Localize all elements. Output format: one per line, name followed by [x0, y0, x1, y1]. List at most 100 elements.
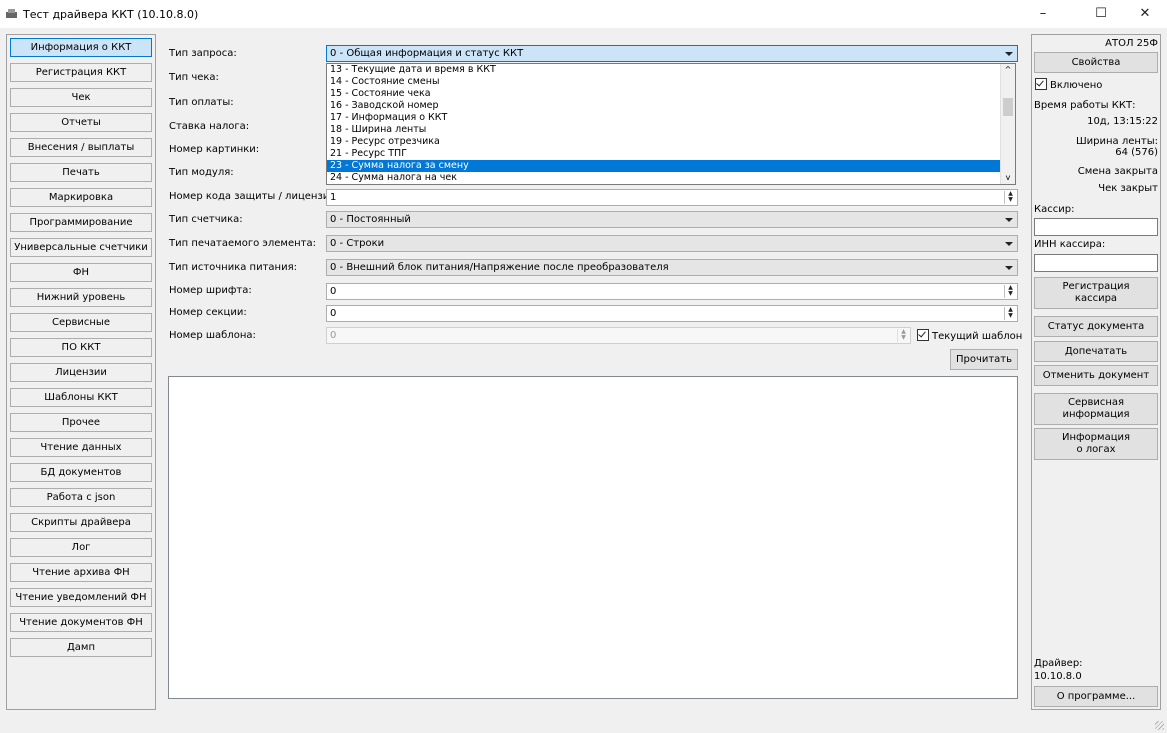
- nav-item[interactable]: Дамп: [10, 638, 152, 657]
- dropdown-items: 13 - Текущие дата и время в ККТ 14 - Сост…: [327, 64, 1015, 184]
- counter-type-select[interactable]: 0 - Постоянный: [326, 211, 1018, 228]
- reprint-button[interactable]: Допечатать: [1034, 341, 1158, 362]
- dropdown-item[interactable]: 18 - Ширина ленты: [327, 124, 1001, 136]
- license-code-input[interactable]: 1 ▲ ▼: [326, 189, 1018, 206]
- properties-button[interactable]: Свойства: [1034, 52, 1158, 73]
- nav-item[interactable]: Универсальные счетчики: [10, 238, 152, 257]
- dropdown-item[interactable]: 16 - Заводской номер: [327, 100, 1001, 112]
- license-code-label: Номер кода защиты / лицензии:: [169, 191, 340, 202]
- scroll-down-icon[interactable]: v: [1001, 172, 1015, 184]
- template-number-label: Номер шаблона:: [169, 330, 256, 341]
- nav-item[interactable]: Чтение данных: [10, 438, 152, 457]
- document-status-button[interactable]: Статус документа: [1034, 316, 1158, 337]
- nav-item[interactable]: Внесения / выплаты: [10, 138, 152, 157]
- dropdown-item[interactable]: 13 - Текущие дата и время в ККТ: [327, 64, 1001, 76]
- request-type-dropdown[interactable]: 13 - Текущие дата и время в ККТ 14 - Сост…: [326, 63, 1016, 185]
- nav-item[interactable]: Программирование: [10, 213, 152, 232]
- chevron-down-icon: [1005, 218, 1013, 222]
- logs-info-line1: Информация: [1061, 432, 1131, 443]
- cashier-inn-input[interactable]: [1034, 254, 1158, 272]
- checkbox-checked-icon: [1035, 78, 1047, 90]
- nav-item[interactable]: Чтение уведомлений ФН: [10, 588, 152, 607]
- nav-item[interactable]: Работа с json: [10, 488, 152, 507]
- service-info-line1: Сервисная: [1067, 397, 1125, 408]
- about-button[interactable]: О программе...: [1034, 686, 1158, 707]
- register-cashier-line2: кассира: [1074, 293, 1118, 304]
- request-type-select[interactable]: 0 - Общая информация и статус ККТ: [326, 45, 1018, 62]
- print-element-select[interactable]: 0 - Строки: [326, 235, 1018, 252]
- shift-status: Смена закрыта: [1077, 166, 1158, 177]
- font-number-input[interactable]: 0 ▲ ▼: [326, 283, 1018, 300]
- nav-item[interactable]: БД документов: [10, 463, 152, 482]
- nav-item[interactable]: ПО ККТ: [10, 338, 152, 357]
- current-template-checkbox[interactable]: Текущий шаблон: [917, 329, 1022, 342]
- nav-item[interactable]: Печать: [10, 163, 152, 182]
- checkbox-checked-icon: [917, 329, 929, 341]
- enabled-checkbox[interactable]: Включено: [1035, 78, 1102, 91]
- nav-item[interactable]: ФН: [10, 263, 152, 282]
- scroll-thumb[interactable]: [1003, 98, 1013, 116]
- power-source-select[interactable]: 0 - Внешний блок питания/Напряжение посл…: [326, 259, 1018, 276]
- cashier-input[interactable]: [1034, 218, 1158, 236]
- spinner-icon[interactable]: ▲ ▼: [1004, 285, 1016, 298]
- app-icon: [6, 9, 17, 18]
- dropdown-item[interactable]: 23 - Сумма налога за смену: [327, 160, 1001, 172]
- service-info-line2: информация: [1062, 409, 1130, 420]
- picture-number-label: Номер картинки:: [169, 144, 260, 155]
- logs-info-line2: о логах: [1076, 444, 1116, 455]
- dropdown-item[interactable]: 21 - Ресурс ТПГ: [327, 148, 1001, 160]
- dropdown-scrollbar[interactable]: ^ v: [1000, 64, 1015, 184]
- template-number-input[interactable]: 0 ▲ ▼: [326, 327, 911, 344]
- spinner-icon[interactable]: ▲ ▼: [897, 329, 909, 342]
- dropdown-item[interactable]: 15 - Состояние чека: [327, 88, 1001, 100]
- spinner-icon[interactable]: ▲ ▼: [1004, 307, 1016, 320]
- nav-item[interactable]: Отчеты: [10, 113, 152, 132]
- power-source-label: Тип источника питания:: [169, 262, 297, 273]
- close-button[interactable]: ✕: [1124, 2, 1166, 26]
- nav-item[interactable]: Чтение архива ФН: [10, 563, 152, 582]
- maximize-button[interactable]: ☐: [1080, 2, 1122, 26]
- nav-item[interactable]: Лог: [10, 538, 152, 557]
- title-bar: Тест драйвера ККТ (10.10.8.0) – ☐ ✕: [0, 0, 1167, 28]
- payment-type-label: Тип оплаты:: [169, 97, 234, 108]
- scroll-up-icon[interactable]: ^: [1001, 64, 1015, 76]
- uptime-label: Время работы ККТ:: [1034, 100, 1136, 111]
- nav-item[interactable]: Регистрация ККТ: [10, 63, 152, 82]
- dropdown-item[interactable]: 19 - Ресурс отрезчика: [327, 136, 1001, 148]
- read-button[interactable]: Прочитать: [950, 349, 1018, 370]
- font-number-value: 0: [330, 286, 337, 297]
- chevron-down-icon: [1005, 52, 1013, 56]
- dropdown-item[interactable]: 14 - Состояние смены: [327, 76, 1001, 88]
- power-source-value: 0 - Внешний блок питания/Напряжение посл…: [330, 262, 669, 273]
- section-number-input[interactable]: 0 ▲ ▼: [326, 305, 1018, 322]
- nav-item[interactable]: Маркировка: [10, 188, 152, 207]
- dropdown-item[interactable]: 24 - Сумма налога на чек: [327, 172, 1001, 184]
- minimize-button[interactable]: –: [1022, 2, 1064, 26]
- nav-item[interactable]: Чтение документов ФН: [10, 613, 152, 632]
- cancel-document-button[interactable]: Отменить документ: [1034, 365, 1158, 386]
- resize-grip-icon[interactable]: [1155, 721, 1164, 730]
- service-info-button[interactable]: Сервисная информация: [1034, 393, 1158, 425]
- dropdown-item[interactable]: 17 - Информация о ККТ: [327, 112, 1001, 124]
- chevron-down-icon: [1005, 266, 1013, 270]
- driver-version: 10.10.8.0: [1034, 671, 1082, 682]
- spinner-icon[interactable]: ▲ ▼: [1004, 191, 1016, 204]
- counter-type-value: 0 - Постоянный: [330, 214, 411, 225]
- tape-width-value: 64 (576): [1115, 147, 1158, 158]
- nav-item[interactable]: Шаблоны ККТ: [10, 388, 152, 407]
- module-type-label: Тип модуля:: [169, 167, 234, 178]
- nav-item[interactable]: Чек: [10, 88, 152, 107]
- print-element-value: 0 - Строки: [330, 238, 385, 249]
- nav-item[interactable]: Сервисные: [10, 313, 152, 332]
- request-type-label: Тип запроса:: [169, 48, 237, 59]
- nav-item[interactable]: Нижний уровень: [10, 288, 152, 307]
- receipt-type-label: Тип чека:: [169, 72, 219, 83]
- logs-info-button[interactable]: Информация о логах: [1034, 428, 1158, 460]
- nav-item[interactable]: Прочее: [10, 413, 152, 432]
- nav-item[interactable]: Информация о ККТ: [10, 38, 152, 57]
- output-area[interactable]: [168, 376, 1018, 699]
- nav-item[interactable]: Лицензии: [10, 363, 152, 382]
- nav-item[interactable]: Скрипты драйвера: [10, 513, 152, 532]
- register-cashier-button[interactable]: Регистрация кассира: [1034, 277, 1158, 309]
- device-model: АТОЛ 25Ф: [1105, 38, 1158, 49]
